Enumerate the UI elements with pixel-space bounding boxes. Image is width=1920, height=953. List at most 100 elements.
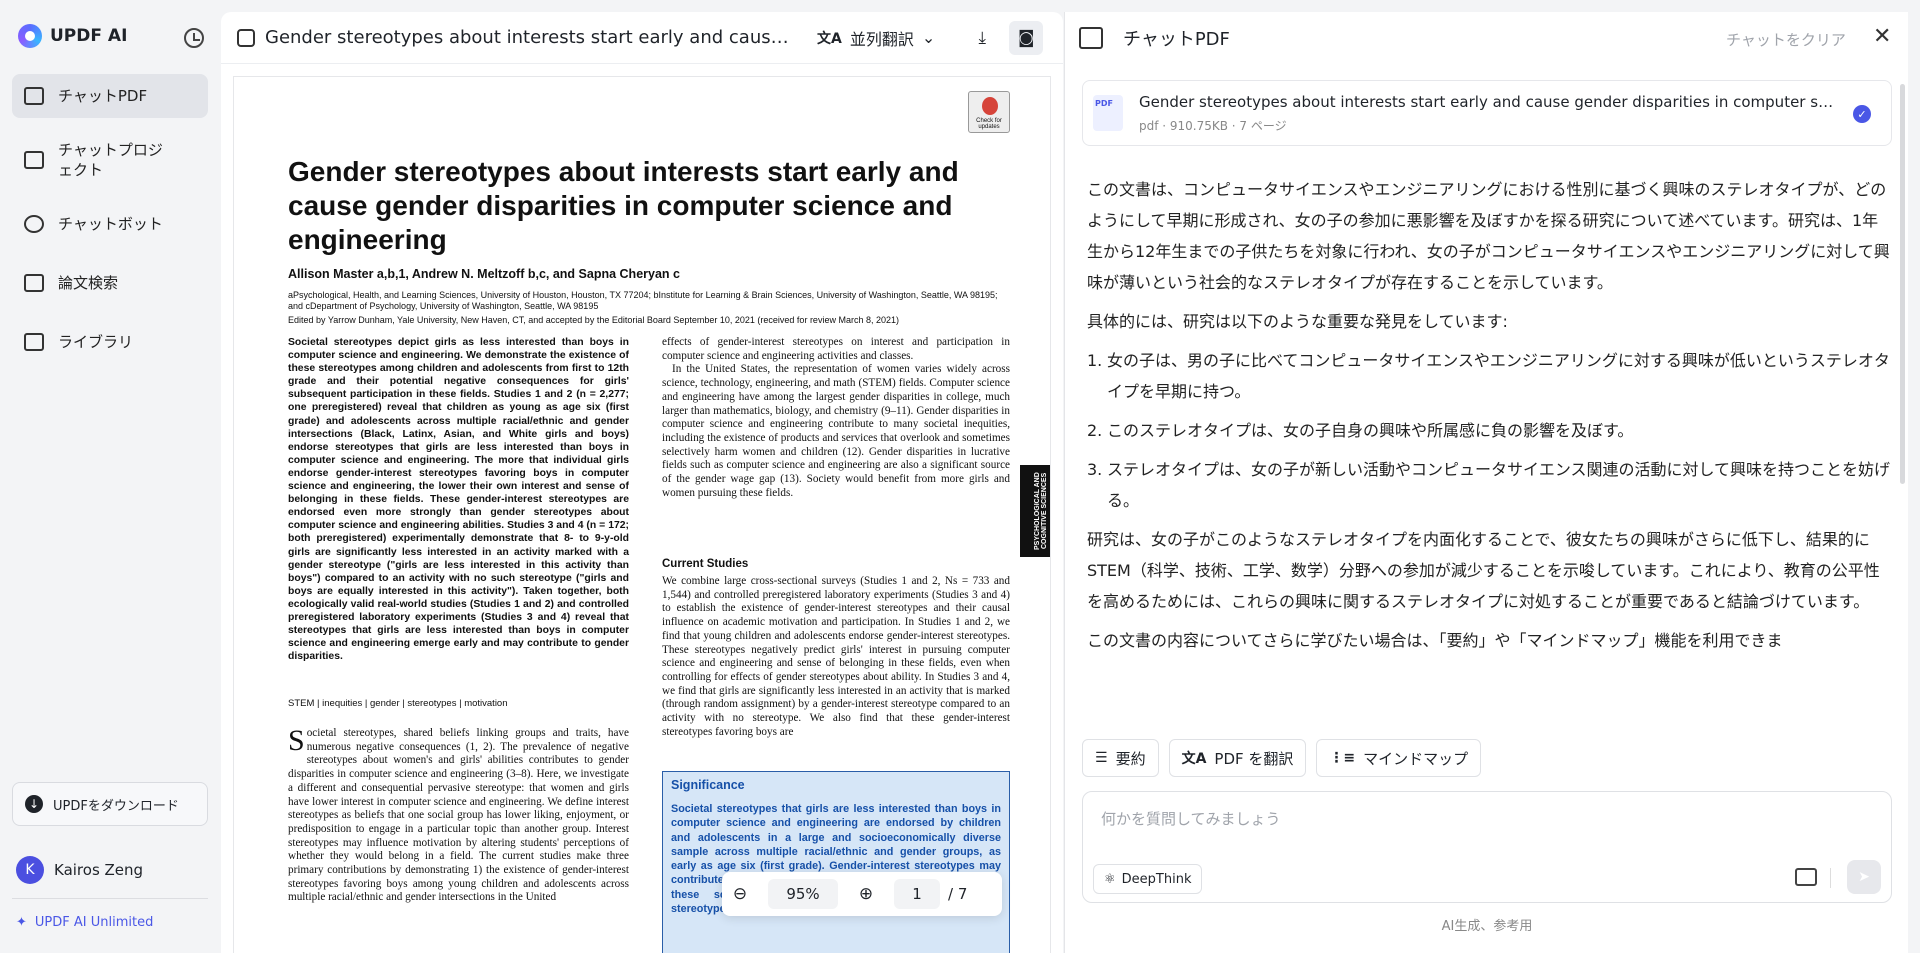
deepthink-toggle[interactable]: ⚛ DeepThink	[1093, 864, 1203, 894]
sparkle-icon: ✦	[16, 915, 27, 930]
sidebar-item-chat-project[interactable]: チャットプロジェクト	[12, 133, 208, 187]
sidebar-item-library[interactable]: ライブラリ	[12, 320, 208, 364]
sidebar-item-label: ライブラリ	[58, 333, 134, 351]
image-upload-icon[interactable]	[1795, 868, 1817, 886]
viewer-toolbar: Gender stereotypes about interests start…	[221, 12, 1063, 64]
significance-heading: Significance	[671, 778, 745, 792]
file-name: Gender stereotypes about interests start…	[1139, 93, 1839, 111]
zoom-level[interactable]: 95%	[768, 879, 838, 909]
mindmap-button[interactable]: ⋮≡ マインドマップ	[1316, 739, 1482, 777]
sidebar-item-label: チャットボット	[58, 215, 163, 233]
paper-authors: Allison Master a,b,1, Andrew N. Meltzoff…	[288, 267, 680, 281]
chat-pdf-icon	[24, 87, 44, 105]
response-list: 1. 女の子は、男の子に比べてコンピュータサイエンスやエンジニアリングに対する興味…	[1087, 345, 1893, 516]
significance-box: Significance Societal stereotypes that g…	[662, 771, 1010, 953]
response-paragraph: 具体的には、研究は以下のような重要な発見をしています:	[1087, 312, 1508, 331]
response-paragraph: この文書の内容についてさらに学びたい場合は、「要約」や「マインドマップ」機能を利…	[1087, 631, 1783, 650]
close-icon[interactable]: ✕	[1873, 24, 1891, 49]
file-card[interactable]: PDF Gender stereotypes about interests s…	[1082, 80, 1892, 146]
list-item: 2. このステレオタイプは、女の子自身の興味や所属感に負の影響を及ぼす。	[1087, 415, 1893, 446]
chat-input[interactable]: 何かを質問してみましょう	[1101, 808, 1281, 829]
user-profile[interactable]: K Kairos Zeng	[16, 856, 143, 884]
download-updf-button[interactable]: ↓ UPDFをダウンロード	[12, 782, 208, 826]
response-paragraph: この文書は、コンピュータサイエンスやエンジニアリングにおける性別に基づく興味のス…	[1087, 180, 1890, 292]
list-item: 1. 女の子は、男の子に比べてコンピュータサイエンスやエンジニアリングに対する興味…	[1087, 345, 1893, 407]
paper-keywords: STEM | inequities | gender | stereotypes…	[288, 698, 508, 709]
ai-chat-toggle-icon[interactable]: ◙	[1009, 20, 1044, 55]
sidebar: UPDF AI チャットPDF チャットプロジェクト チャットボット 論文検索 …	[0, 0, 220, 953]
sidebar-item-paper-search[interactable]: 論文検索	[12, 261, 208, 305]
right-paragraph: In the United States, the representation…	[662, 363, 1010, 499]
sidebar-item-label: チャットPDF	[58, 87, 148, 105]
chevron-down-icon: ⌄	[921, 28, 936, 47]
clear-chat-button[interactable]: チャットをクリア	[1726, 29, 1846, 50]
document-title: Gender stereotypes about interests start…	[265, 27, 797, 48]
document-icon	[237, 28, 255, 47]
paper-affiliations: aPsychological, Health, and Learning Sci…	[288, 290, 998, 311]
sidebar-item-label: 論文検索	[58, 274, 119, 292]
library-icon	[24, 333, 44, 351]
translate-icon: 文A	[817, 30, 842, 47]
list-number: 1.	[1087, 351, 1103, 370]
deepthink-icon: ⚛	[1104, 871, 1116, 887]
zoom-in-icon[interactable]: ⊕	[848, 884, 884, 904]
divider	[12, 898, 208, 899]
plan-label: UPDF AI Unlimited	[34, 915, 154, 930]
list-text: ステレオタイプは、女の子が新しい活動やコンピュータサイエンス関連の活動に対して興…	[1107, 460, 1891, 510]
zoom-out-icon[interactable]: ⊖	[722, 884, 758, 904]
section-tab: PSYCHOLOGICAL AND COGNITIVE SCIENCES	[1020, 465, 1050, 557]
page-total: / 7	[948, 885, 968, 903]
brand[interactable]: UPDF AI	[18, 24, 127, 48]
list-text: このステレオタイプは、女の子自身の興味や所属感に負の影響を及ぼす。	[1107, 421, 1634, 440]
download-icon[interactable]: ⤓	[965, 21, 999, 55]
translate-icon: 文A	[1181, 751, 1207, 767]
translate-label: PDF を翻訳	[1214, 749, 1294, 768]
ai-response: この文書は、コンピュータサイエンスやエンジニアリングにおける性別に基づく興味のス…	[1087, 174, 1893, 730]
chat-panel: チャットPDF チャットをクリア ✕ PDF Gender stereotype…	[1064, 12, 1908, 953]
chat-title: チャットPDF	[1123, 29, 1230, 50]
right-paragraph: effects of gender-interest stereotypes o…	[662, 336, 1010, 362]
sidebar-nav: チャットPDF チャットプロジェクト チャットボット 論文検索 ライブラリ	[12, 74, 208, 379]
send-button[interactable]: ➤	[1847, 860, 1881, 894]
paper-title: Gender stereotypes about interests start…	[288, 156, 959, 255]
paper-right-column: effects of gender-interest stereotypes o…	[662, 336, 1010, 500]
list-item: 3. ステレオタイプは、女の子が新しい活動やコンピュータサイエンス関連の活動に対し…	[1087, 454, 1893, 516]
sidebar-item-chatbot[interactable]: チャットボット	[12, 202, 208, 246]
divider	[1830, 868, 1831, 888]
pdf-viewer: Gender stereotypes about interests start…	[221, 12, 1063, 953]
check-for-updates-badge[interactable]: Check for updates	[968, 91, 1010, 133]
paper-abstract: Societal stereotypes depict girls as les…	[288, 337, 629, 663]
download-icon: ↓	[25, 795, 43, 813]
brand-name: UPDF AI	[50, 26, 128, 46]
paper-edited-by: Edited by Yarrow Dunham, Yale University…	[288, 315, 899, 325]
user-name: Kairos Zeng	[54, 861, 144, 879]
updf-logo-icon	[18, 24, 42, 48]
summary-button[interactable]: ☰ 要約	[1082, 739, 1159, 777]
response-paragraph: 研究は、女の子がこのようなステレオタイプを内面化することで、彼女たちの興味がさら…	[1087, 530, 1880, 611]
check-icon: ✓	[1853, 105, 1871, 123]
page-number-input[interactable]: 1	[894, 879, 940, 909]
translate-pdf-button[interactable]: 文A PDF を翻訳	[1168, 739, 1307, 777]
mindmap-label: マインドマップ	[1363, 749, 1469, 768]
chat-input-box: 何かを質問してみましょう ⚛ DeepThink ➤	[1082, 791, 1892, 903]
quick-actions: ☰ 要約 文A PDF を翻訳 ⋮≡ マインドマップ	[1082, 739, 1482, 777]
plan-link[interactable]: ✦ UPDF AI Unlimited	[16, 915, 153, 930]
zoom-toolbar: ⊖ 95% ⊕ 1 / 7	[722, 872, 1002, 916]
bot-icon	[24, 215, 44, 233]
summary-label: 要約	[1115, 749, 1146, 768]
book-icon[interactable]	[1079, 27, 1103, 49]
scrollbar[interactable]	[1900, 84, 1905, 484]
section-body: We combine large cross-sectional surveys…	[662, 575, 1010, 738]
section-heading: Current Studies	[662, 558, 749, 570]
ai-disclaimer: AI生成、参考用	[1441, 919, 1533, 934]
mindmap-icon: ⋮≡	[1329, 750, 1356, 766]
list-number: 3.	[1087, 460, 1103, 479]
download-label: UPDFをダウンロード	[53, 798, 179, 814]
sidebar-item-chat-pdf[interactable]: チャットPDF	[12, 74, 208, 118]
deepthink-label: DeepThink	[1121, 871, 1192, 887]
search-doc-icon	[24, 274, 44, 292]
history-icon[interactable]	[184, 28, 204, 48]
parallel-translate-dropdown[interactable]: 文A 並列翻訳 ⌄	[817, 26, 935, 50]
list-text: 女の子は、男の子に比べてコンピュータサイエンスやエンジニアリングに対する興味が低…	[1107, 351, 1890, 401]
summary-icon: ☰	[1095, 750, 1108, 766]
